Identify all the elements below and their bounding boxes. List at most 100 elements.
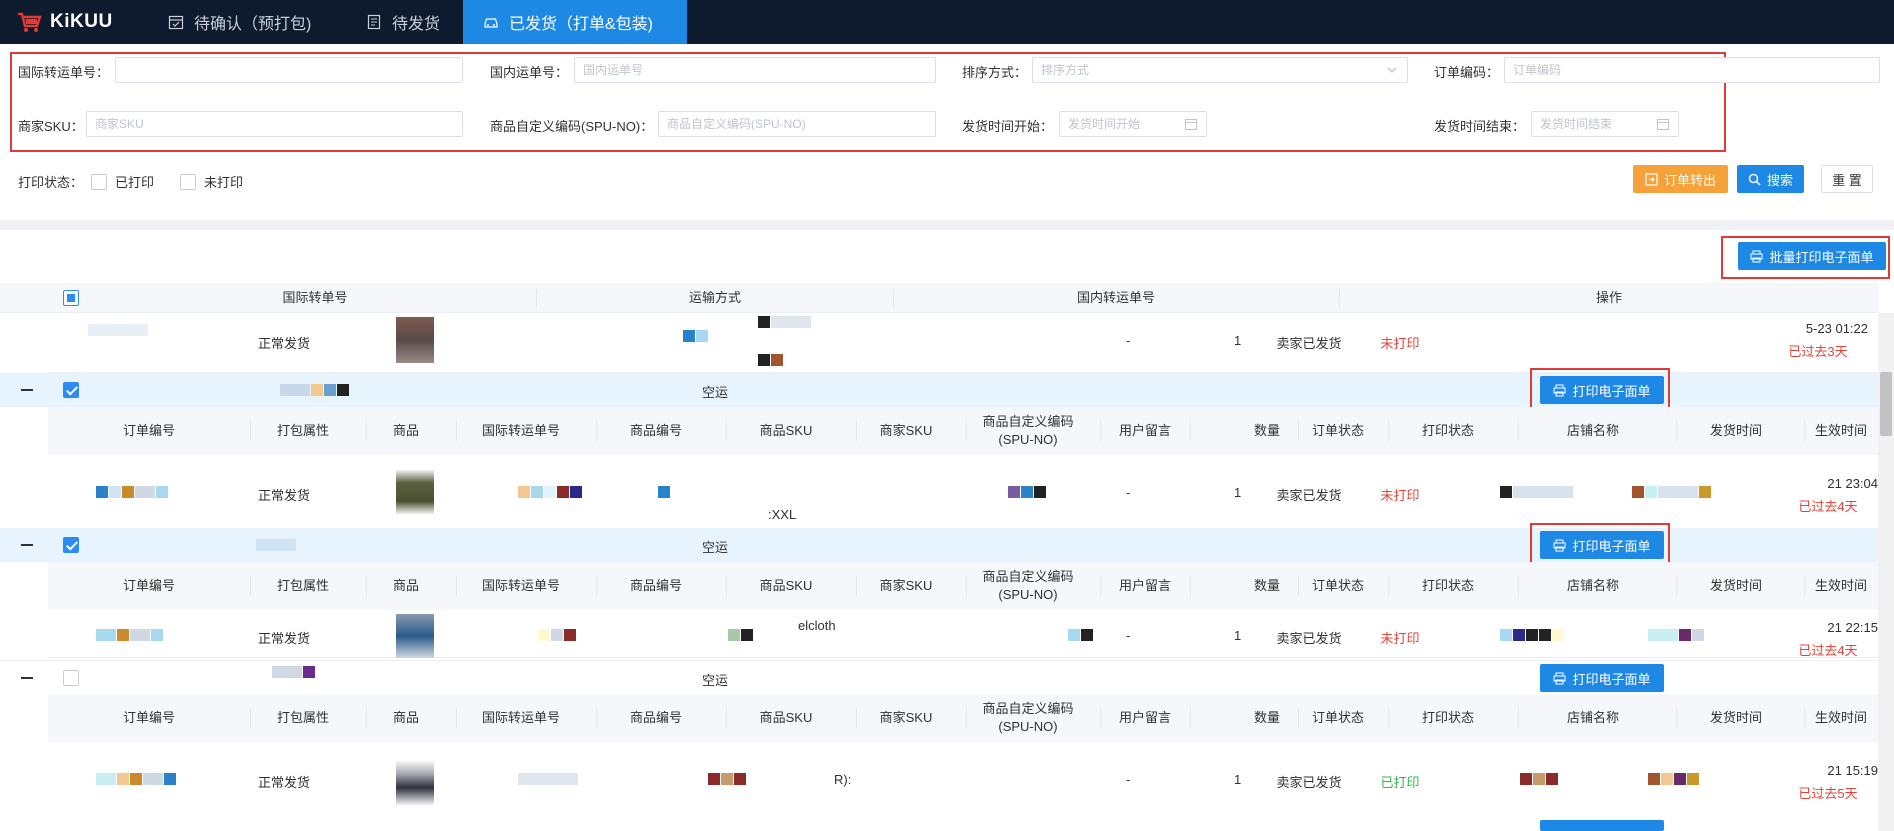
pack-attr: 正常发货 (258, 488, 311, 503)
sort-select[interactable]: 排序方式 (1032, 57, 1408, 83)
print-status: 已打印 (1380, 775, 1420, 790)
car-icon (484, 18, 498, 28)
intl-tracking-redacted (518, 772, 578, 786)
ship-start-date-picker[interactable]: 发货时间开始 (1059, 111, 1207, 137)
ship-end-placeholder: 发货时间结束 (1540, 117, 1613, 131)
effective-time: 21 22:15 (1827, 620, 1878, 635)
brand-logo[interactable]: KiKUU (16, 0, 113, 44)
scrollbar-thumb[interactable] (1880, 372, 1892, 436)
shop-name-redacted (1500, 628, 1564, 642)
sub-header-ship-time: 发货时间 (1709, 423, 1762, 438)
effective-time: 21 23:04 (1827, 476, 1878, 491)
search-button[interactable]: 搜索 (1737, 165, 1804, 193)
sub-header-product: 商品 (392, 578, 419, 593)
print-status: 未打印 (1380, 488, 1420, 503)
sub-table-header: 订单编号 打包属性 商品 国际转运单号 商品编号 商品SKU 商家SKU 商品自… (48, 562, 1878, 610)
table-header: 国际转单号 运输方式 国内转运单号 操作 (0, 283, 1878, 313)
printer-icon (1553, 672, 1566, 684)
sort-label: 排序方式： (962, 65, 1028, 80)
print-label-button[interactable]: 打印电子面单 (1540, 664, 1664, 692)
section-divider (0, 220, 1894, 230)
tab-shipped[interactable]: 已发货（打单&包装) (463, 0, 687, 44)
sub-table-header: 订单编号 打包属性 商品 国际转运单号 商品编号 商品SKU 商家SKU 商品自… (48, 694, 1878, 742)
search-icon (1748, 173, 1761, 185)
ship-time-redacted (1632, 485, 1711, 499)
batch-print-button[interactable]: 批量打印电子面单 (1738, 242, 1886, 270)
intl-tracking-redacted (256, 538, 296, 552)
ship-start-label: 发货时间开始： (962, 119, 1054, 134)
product-code-redacted (728, 628, 753, 642)
tab-pending-ship[interactable]: 待发货 (346, 0, 460, 44)
sub-header-spu: 商品自定义编码 (SPU-NO) (982, 701, 1074, 734)
sub-header-merchant-sku: 商家SKU (879, 423, 933, 438)
search-label: 搜索 (1766, 172, 1793, 188)
intl-tracking-redacted (272, 665, 315, 679)
spu-label: 商品自定义编码(SPU-NO)： (490, 119, 654, 134)
tab-pending-confirm-label: 待确认（预打包) (194, 16, 312, 33)
printer-icon (1750, 250, 1763, 262)
ship-time-redacted (1648, 628, 1704, 642)
sub-header-product-code: 商品编号 (629, 578, 682, 593)
user-note: - (1126, 628, 1131, 643)
reset-button[interactable]: 重 置 (1821, 165, 1873, 193)
order-number-redacted (96, 772, 176, 786)
order-group-row: 空运 打印电子面单 (0, 660, 1878, 694)
product-thumbnail[interactable] (396, 317, 434, 363)
ship-time-redacted (1648, 772, 1699, 786)
shopping-cart-icon (18, 12, 42, 32)
calendar-icon (1185, 119, 1197, 130)
document-list-icon (367, 14, 381, 30)
product-thumbnail[interactable] (396, 614, 434, 658)
pack-attr: 正常发货 (258, 775, 311, 790)
ship-end-date-picker[interactable]: 发货时间结束 (1531, 111, 1679, 137)
sub-header-qty: 数量 (1253, 710, 1280, 725)
effective-time: 21 15:19 (1827, 763, 1878, 778)
collapse-icon[interactable] (20, 671, 34, 685)
spu-input[interactable]: 商品自定义编码(SPU-NO) (658, 111, 936, 137)
sub-header-qty: 数量 (1253, 578, 1280, 593)
order-status: 卖家已发货 (1276, 336, 1342, 351)
sub-header-note: 用户留言 (1118, 578, 1171, 593)
product-thumbnail[interactable] (396, 469, 434, 515)
overdue-label: 已过去4天 (1798, 643, 1858, 658)
tab-shipped-label: 已发货（打单&包装) (509, 16, 654, 33)
unprinted-checkbox[interactable] (180, 173, 197, 190)
select-all-checkbox[interactable] (63, 290, 79, 306)
domestic-tracking-input[interactable]: 国内运单号 (574, 57, 936, 83)
intl-tracking-redacted (518, 485, 582, 499)
order-code-label: 订单编码： (1434, 65, 1500, 80)
ship-end-label: 发货时间结束： (1434, 119, 1526, 134)
order-status: 卖家已发货 (1276, 631, 1342, 646)
order-status: 卖家已发货 (1276, 775, 1342, 790)
collapse-icon[interactable] (20, 538, 34, 552)
sub-header-note: 用户留言 (1118, 423, 1171, 438)
sub-header-pack-attr: 打包属性 (276, 578, 329, 593)
sub-header-order-no: 订单编号 (122, 710, 175, 725)
effective-time: 5-23 01:22 (1805, 321, 1868, 336)
collapse-icon[interactable] (20, 383, 34, 397)
group-checkbox[interactable] (63, 382, 79, 398)
printed-checkbox[interactable] (91, 173, 108, 190)
quantity: 1 (1234, 333, 1242, 348)
quantity: 1 (1234, 628, 1242, 643)
group-checkbox[interactable] (63, 537, 79, 553)
order-code-input[interactable]: 订单编码 (1504, 57, 1880, 83)
pack-attr: 正常发货 (258, 336, 311, 351)
user-note: - (1126, 485, 1131, 500)
spu-redacted (1068, 628, 1093, 642)
merchant-sku-input[interactable]: 商家SKU (86, 111, 463, 137)
export-order-label: 订单转出 (1663, 172, 1716, 188)
sub-header-intl-tracking: 国际转运单号 (481, 423, 560, 438)
print-label-button-partial[interactable] (1540, 820, 1664, 831)
product-sku-redacted (758, 315, 811, 329)
sub-header-shop-name: 店铺名称 (1566, 578, 1619, 593)
sub-table-header: 订单编号 打包属性 商品 国际转运单号 商品编号 商品SKU 商家SKU 商品自… (48, 407, 1878, 455)
export-order-button[interactable]: 订单转出 (1633, 165, 1728, 193)
sort-select-placeholder: 排序方式 (1041, 63, 1090, 77)
spu-redacted (1008, 485, 1046, 499)
tab-pending-confirm[interactable]: 待确认（预打包) (148, 0, 331, 44)
chevron-down-icon (1387, 67, 1397, 73)
product-thumbnail[interactable] (396, 760, 434, 806)
group-checkbox[interactable] (63, 670, 79, 686)
intl-tracking-input[interactable] (115, 57, 463, 83)
